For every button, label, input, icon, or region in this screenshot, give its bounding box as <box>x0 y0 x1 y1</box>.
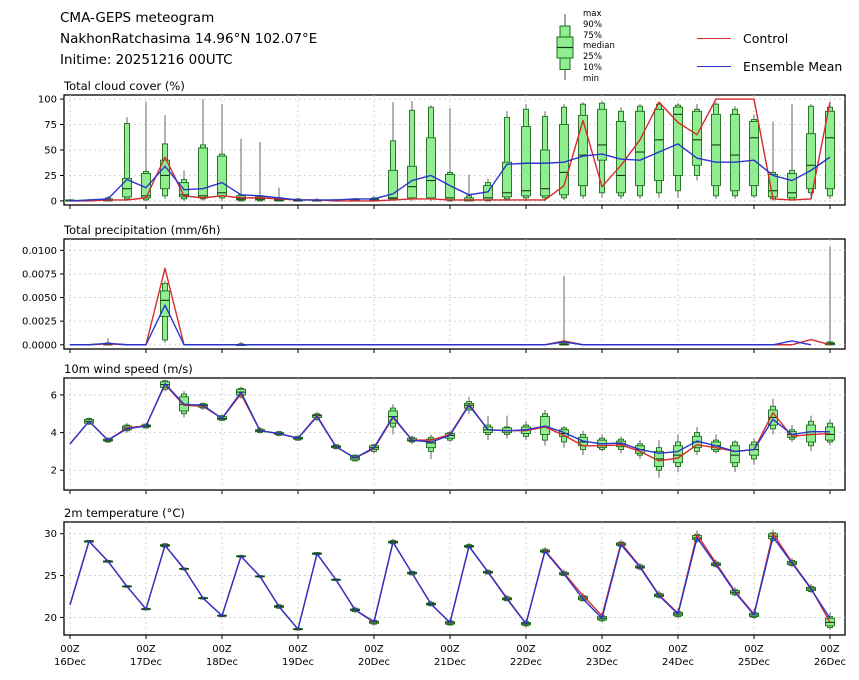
meteogram-chart: 0255075100Total cloud cover (%)0.00000.0… <box>0 0 859 680</box>
y-tick-label: 0 <box>51 196 57 207</box>
panel-title: Total cloud cover (%) <box>63 79 185 93</box>
x-tick-label: 19Dec <box>282 657 314 668</box>
y-tick-label: 25 <box>44 571 57 582</box>
x-tick-label: 00Z <box>136 644 156 655</box>
x-tick-label: 23Dec <box>586 657 618 668</box>
x-tick-label: 21Dec <box>434 657 466 668</box>
x-tick-label: 00Z <box>592 644 612 655</box>
y-tick-label: 50 <box>44 146 57 157</box>
x-tick-label: 00Z <box>668 644 688 655</box>
panel-precipitation: 0.0000 0.0025 0.0050 0.0075 0.0100 Total prec… <box>22 223 845 353</box>
panel-cloud-cover: 0 25 50 75 100 Total cloud cover (%) <box>38 79 845 209</box>
y-tick-label: 0.0100 <box>22 246 57 257</box>
y-tick-label: 20 <box>44 613 57 624</box>
y-tick-label: 25 <box>44 171 57 182</box>
x-tick-label: 24Dec <box>662 657 694 668</box>
x-tick-label: 25Dec <box>738 657 770 668</box>
y-tick-label: 0.0075 <box>22 269 57 280</box>
y-tick-label: 100 <box>38 95 57 106</box>
y-tick-label: 75 <box>44 120 57 131</box>
x-tick-label: 22Dec <box>510 657 542 668</box>
y-tick-label: 30 <box>44 529 57 540</box>
x-tick-label: 00Z <box>516 644 536 655</box>
x-tick-label: 26Dec <box>814 657 846 668</box>
x-tick-label: 00Z <box>440 644 460 655</box>
y-tick-label: 6 <box>51 390 57 401</box>
y-tick-label: 0.0025 <box>22 317 57 328</box>
y-tick-label: 4 <box>51 428 57 439</box>
panel-wind-speed: 2 4 6 10m wind speed (m/s) <box>51 362 845 494</box>
panel-temperature: 20 25 30 2m temperature (°C) <box>44 506 845 639</box>
y-tick-label: 0.0050 <box>22 293 57 304</box>
x-tick-label: 00Z <box>288 644 308 655</box>
x-tick-label: 00Z <box>212 644 232 655</box>
y-tick-label: 0.0000 <box>22 340 57 351</box>
x-tick-label: 00Z <box>60 644 80 655</box>
x-tick-label: 20Dec <box>358 657 390 668</box>
x-tick-label: 18Dec <box>206 657 238 668</box>
panel-title: 10m wind speed (m/s) <box>64 362 193 376</box>
panel-title: 2m temperature (°C) <box>64 506 185 520</box>
x-tick-label: 00Z <box>744 644 764 655</box>
x-tick-label: 17Dec <box>130 657 162 668</box>
meteogram-page: CMA-GEPS meteogram NakhonRatchasima 14.9… <box>0 0 859 680</box>
y-tick-label: 2 <box>51 466 57 477</box>
panel-title: Total precipitation (mm/6h) <box>63 223 220 237</box>
x-tick-label: 00Z <box>820 644 840 655</box>
x-tick-label: 00Z <box>364 644 384 655</box>
x-tick-label: 16Dec <box>54 657 86 668</box>
